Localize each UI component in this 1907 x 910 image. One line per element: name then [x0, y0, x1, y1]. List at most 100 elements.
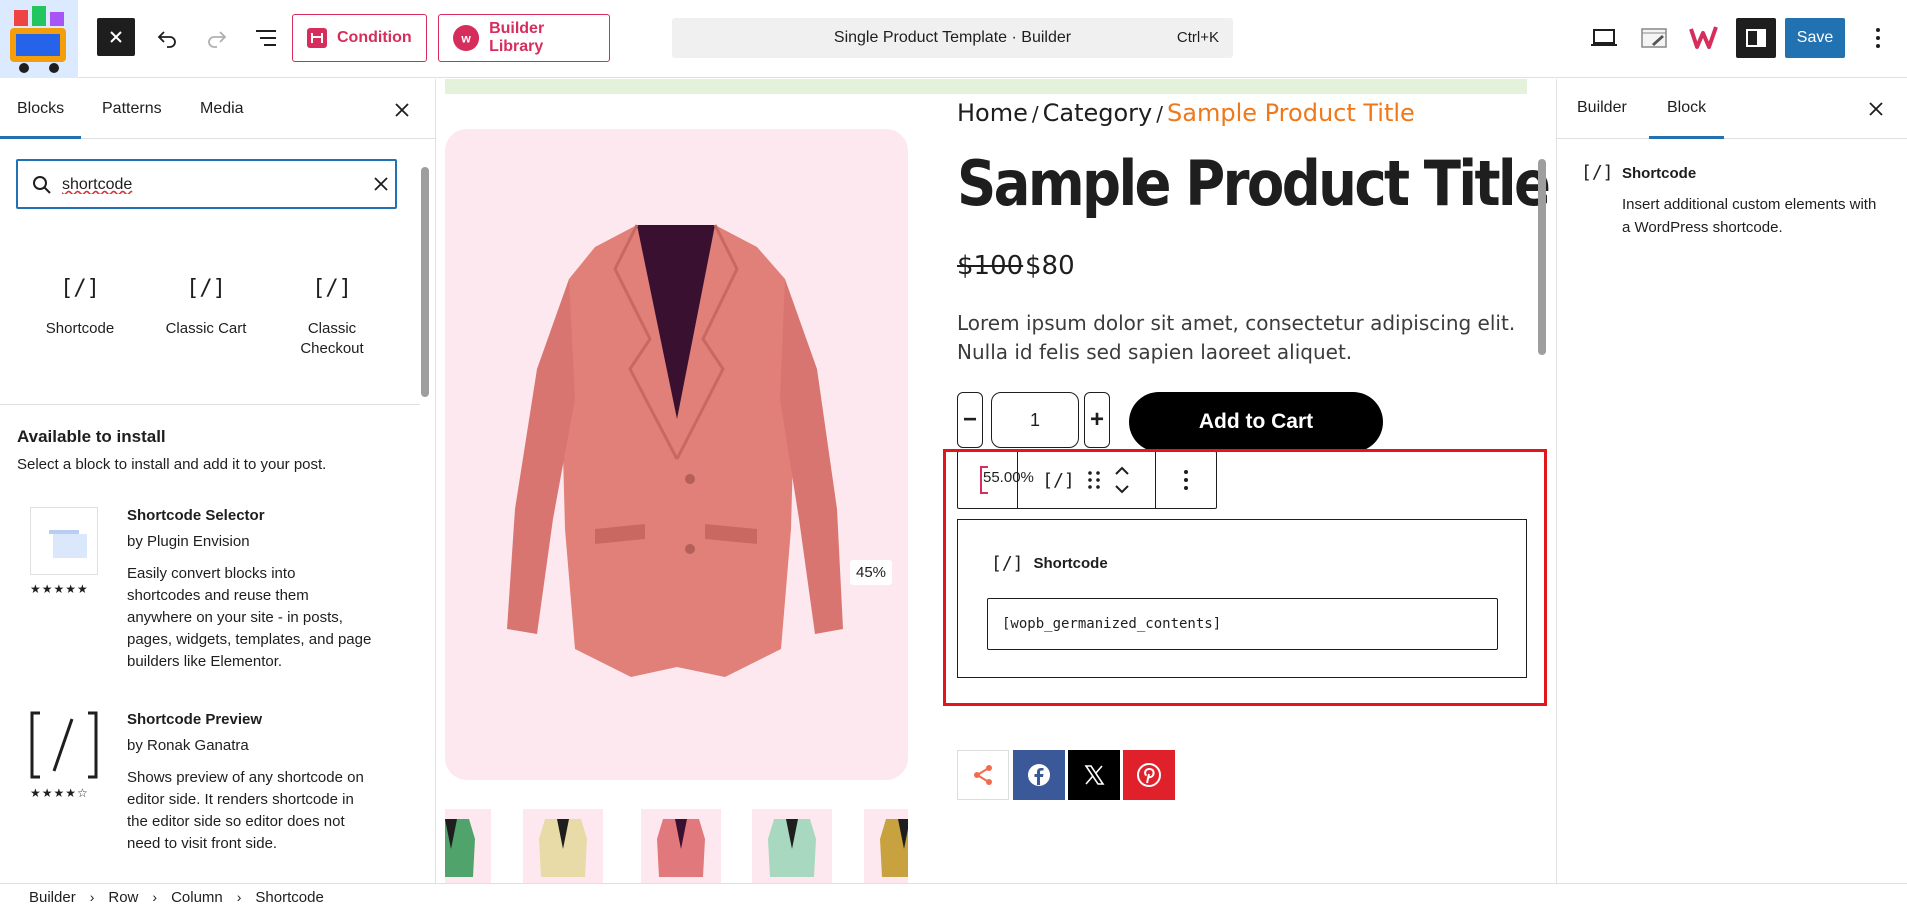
- tab-block[interactable]: Block: [1648, 99, 1725, 139]
- svg-text:w: w: [460, 32, 471, 46]
- shortcode-block-header: [/] Shortcode: [991, 553, 1108, 574]
- condition-label: Condition: [337, 29, 412, 46]
- sale-price: $80: [1025, 251, 1075, 281]
- more-vertical-icon: [1876, 28, 1880, 48]
- tab-patterns[interactable]: Patterns: [102, 100, 162, 118]
- chevron-right-icon: ›: [236, 889, 242, 905]
- block-option-classic-checkout[interactable]: [/] Classic Checkout: [269, 269, 395, 359]
- shortcode-icon: [/]: [991, 553, 1024, 574]
- share-icon: [974, 765, 992, 785]
- product-gallery-main[interactable]: 45%: [445, 129, 908, 780]
- block-option-classic-cart[interactable]: [/] Classic Cart: [143, 269, 269, 339]
- jacket-thumbnail-image: [880, 819, 908, 877]
- product-title: Sample Product Title: [957, 147, 1551, 220]
- gallery-thumbnail[interactable]: [641, 809, 721, 883]
- scrollbar-thumb[interactable]: [1538, 159, 1546, 355]
- breadcrumb-category[interactable]: Category: [1043, 99, 1153, 127]
- options-menu-button[interactable]: [1862, 22, 1894, 54]
- view-page-icon: [1641, 28, 1667, 48]
- gallery-thumbnail[interactable]: [752, 809, 832, 883]
- plugin-rating-stars: ★★★★☆: [30, 786, 89, 800]
- close-editor-button[interactable]: [97, 18, 135, 56]
- block-card-description: Insert additional custom elements with a…: [1622, 196, 1877, 236]
- jacket-image: [507, 224, 843, 677]
- redo-button[interactable]: [201, 22, 233, 54]
- close-settings-button[interactable]: [1869, 96, 1883, 122]
- available-to-install-subtitle: Select a block to install and add it to …: [17, 456, 327, 473]
- close-icon: [395, 103, 409, 117]
- chevron-right-icon: ›: [89, 889, 95, 905]
- document-title: Single Product Template · Builder: [833, 29, 1072, 46]
- top-toolbar: Condition w Builder Library Single Produ…: [0, 0, 1907, 78]
- block-search-input[interactable]: [62, 173, 362, 197]
- shortcode-text-input[interactable]: [wopb_germanized_contents]: [987, 598, 1498, 650]
- device-preview-button[interactable]: [1588, 22, 1620, 54]
- shortcode-icon: [/]: [186, 276, 226, 301]
- settings-toggle-button[interactable]: [1736, 18, 1776, 58]
- save-button[interactable]: Save: [1785, 18, 1845, 58]
- builder-library-button[interactable]: w Builder Library: [438, 14, 610, 62]
- clear-search-button[interactable]: [374, 174, 388, 197]
- close-icon: [1869, 102, 1883, 116]
- plugin-thumbnail-icon: [49, 530, 87, 558]
- breadcrumb-separator: /: [1031, 102, 1039, 126]
- block-option-label: Shortcode: [45, 320, 115, 337]
- header-strip: [445, 79, 1527, 94]
- editor-canvas: 45% Home / Category / Sample Product Title S…: [437, 79, 1555, 883]
- tab-media[interactable]: Media: [200, 100, 244, 118]
- tab-builder[interactable]: Builder: [1577, 99, 1627, 117]
- footer-crumb-builder[interactable]: Builder: [29, 889, 76, 906]
- condition-button[interactable]: Condition: [292, 14, 427, 62]
- x-logo-icon: [1084, 765, 1105, 785]
- command-palette-bar[interactable]: Single Product Template · Builder Ctrl+K: [672, 18, 1233, 58]
- plugin-thumbnail: [30, 711, 98, 779]
- share-button[interactable]: [957, 750, 1009, 800]
- footer-crumb-row[interactable]: Row: [108, 889, 138, 906]
- quantity-increase-button[interactable]: +: [1084, 392, 1110, 448]
- close-icon: [110, 31, 122, 43]
- breadcrumb-separator: /: [1156, 102, 1164, 126]
- jacket-thumbnail-image: [445, 819, 475, 877]
- block-inserter-panel: Blocks Patterns Media [/] Shortcode [/] …: [0, 79, 436, 883]
- shortcode-icon: [/]: [1581, 162, 1614, 183]
- desktop-icon: [1591, 29, 1617, 46]
- block-option-shortcode[interactable]: [/] Shortcode: [17, 269, 143, 339]
- command-shortcut: Ctrl+K: [1176, 29, 1219, 46]
- pinterest-share-button[interactable]: [1123, 750, 1175, 800]
- plugin-author: by Plugin Envision: [127, 533, 250, 550]
- canvas-scrollbar[interactable]: [1535, 79, 1549, 883]
- gallery-thumbnail[interactable]: [864, 809, 908, 883]
- close-inserter-button[interactable]: [395, 97, 409, 123]
- pinterest-icon: [1137, 763, 1161, 787]
- jacket-thumbnail-image: [657, 819, 705, 877]
- document-overview-button[interactable]: [250, 22, 282, 54]
- builder-library-label: Builder Library: [489, 20, 545, 55]
- gallery-thumbnail[interactable]: [523, 809, 603, 883]
- product-breadcrumb: Home / Category / Sample Product Title: [957, 99, 1415, 127]
- plugin-description: Easily convert blocks into shortcodes an…: [127, 565, 372, 670]
- plugin-rating-stars: ★★★★★: [30, 582, 89, 596]
- builder-library-icon: w: [453, 24, 480, 52]
- undo-button[interactable]: [151, 22, 183, 54]
- quantity-input[interactable]: 1: [991, 392, 1079, 448]
- block-option-label: Classic Checkout: [300, 320, 364, 357]
- site-logo[interactable]: [0, 0, 78, 78]
- view-page-button[interactable]: [1638, 22, 1670, 54]
- chevron-right-icon: ›: [152, 889, 158, 905]
- tab-blocks[interactable]: Blocks: [0, 100, 82, 139]
- facebook-share-button[interactable]: [1013, 750, 1065, 800]
- gallery-thumbnail[interactable]: [445, 809, 491, 883]
- inserter-scrollbar[interactable]: [419, 147, 431, 883]
- scrollbar-thumb[interactable]: [421, 167, 429, 397]
- quantity-decrease-button[interactable]: −: [957, 392, 983, 448]
- block-search-field[interactable]: [16, 159, 397, 209]
- x-share-button[interactable]: [1068, 750, 1120, 800]
- add-to-cart-button[interactable]: Add to Cart: [1129, 392, 1383, 452]
- shortcode-block[interactable]: [/] Shortcode [wopb_germanized_contents]: [957, 519, 1527, 678]
- wowstore-icon: [1689, 26, 1718, 49]
- footer-crumb-column[interactable]: Column: [171, 889, 223, 906]
- plugin-brand-button[interactable]: [1688, 22, 1720, 54]
- plugin-description: Shows preview of any shortcode on editor…: [127, 769, 364, 852]
- plugin-name: Shortcode Selector: [127, 507, 265, 524]
- breadcrumb-home[interactable]: Home: [957, 99, 1028, 127]
